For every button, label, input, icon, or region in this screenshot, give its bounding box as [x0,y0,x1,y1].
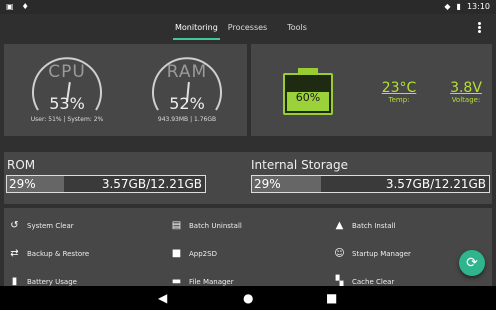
android-icon: ♦ [21,2,29,11]
tool-app2sd[interactable]: ■ App2SD [171,248,217,259]
tool-label: App2SD [189,249,217,258]
startup-smiley-icon: ☺ [334,248,345,259]
tab-processes[interactable]: Processes [223,14,272,42]
tool-label: Cache Clear [352,277,395,286]
tool-batch-uninstall[interactable]: ▤ Batch Uninstall [171,220,242,231]
refresh-fab[interactable]: ⟳ [459,250,485,276]
tab-monitoring[interactable]: Monitoring [170,14,223,42]
temperature-value: 23°C [381,80,417,96]
rom-size: 3.57GB/12.21GB [101,177,202,191]
rom-title: ROM [7,158,36,172]
tool-system-clear[interactable]: ↺ System Clear [9,220,74,231]
tool-batch-install[interactable]: ▲ Batch Install [334,220,396,231]
tool-label: System Clear [27,221,74,230]
ram-detail: 943.93MB | 1.76GB [157,116,217,123]
battery-cap [298,68,318,73]
ram-label: RAM [166,62,208,82]
battery-status-icon: ▮ [456,2,461,11]
refresh-icon: ⟳ [466,255,478,271]
cpu-label: CPU [48,62,86,82]
truck-icon: ■ [171,248,182,259]
rom-usage-bar: 29% 3.57GB/12.21GB [6,175,206,193]
tool-label: Startup Manager [352,249,411,258]
tab-tools[interactable]: Tools [282,14,312,42]
temperature-stat: 23°C Temp: [378,80,420,104]
tool-label: Batch Uninstall [189,221,242,230]
back-icon[interactable]: ◀ [158,291,167,305]
battery-level: 60% [295,91,321,104]
screenshot-icon: ▣ [6,2,14,11]
tool-label: Battery Usage [27,277,77,286]
internal-storage-percent: 29% [254,177,281,191]
cpu-detail: User: 51% | System: 2% [30,116,104,123]
internal-storage-bar: 29% 3.57GB/12.21GB [251,175,490,193]
android-install-icon: ▲ [335,220,344,231]
internal-storage-size: 3.57GB/12.21GB [385,177,486,191]
ram-percent: 52% [169,94,205,113]
status-bar: ▣ ♦ ◆ ▮ 13:10 [0,0,496,14]
voltage-value: 3.8V [450,80,482,96]
backup-restore-icon: ⇄ [10,248,19,259]
tool-startup-manager[interactable]: ☺ Startup Manager [334,248,411,259]
tool-label: File Manager [189,277,234,286]
voltage-stat: 3.8V Voltage: [446,80,486,104]
batch-uninstall-icon: ▤ [171,220,182,231]
history-clean-icon: ↺ [10,220,19,231]
tools-card: ↺ System Clear ▤ Batch Uninstall ▲ Batch… [4,208,492,287]
navigation-bar: ◀ ● ■ [0,286,496,310]
tab-bar: Monitoring Processes Tools [170,14,312,42]
app-bar: Monitoring Processes Tools [0,14,496,42]
ram-gauge: RAM 52% 943.93MB | 1.76GB [146,44,228,136]
tool-label: Batch Install [352,221,396,230]
tool-label: Backup & Restore [27,249,90,258]
tool-backup-restore[interactable]: ⇄ Backup & Restore [9,248,89,259]
rom-percent: 29% [9,177,36,191]
battery-gauge: 60% [283,68,333,115]
temperature-label: Temp: [388,96,410,104]
internal-storage-title: Internal Storage [251,158,349,172]
overflow-menu-icon[interactable] [478,21,482,35]
cpu-gauge: CPU 53% User: 51% | System: 2% [26,44,108,136]
wifi-icon: ◆ [444,2,451,11]
home-icon[interactable]: ● [243,291,253,305]
voltage-label: Voltage: [451,96,481,104]
cpu-percent: 53% [49,94,85,113]
recents-icon[interactable]: ■ [326,291,337,305]
cpu-ram-card: CPU 53% User: 51% | System: 2% RAM 52% 9… [4,44,247,136]
status-time: 13:10 [466,2,490,11]
